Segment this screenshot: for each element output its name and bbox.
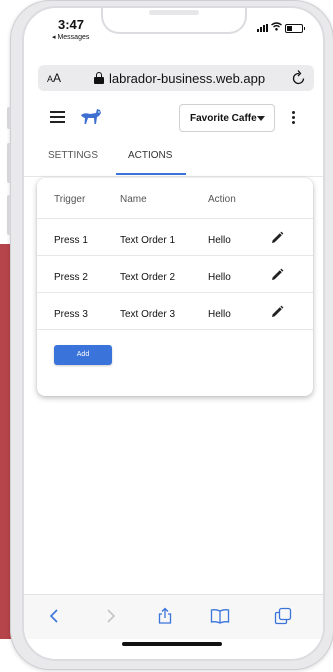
tab-actions[interactable]: ACTIONS xyxy=(128,150,172,161)
tabs-icon[interactable] xyxy=(274,607,292,625)
phone-screen: 3:47 ◂ Messages AA labrador-business.web… xyxy=(22,6,325,661)
more-options-icon[interactable] xyxy=(292,111,296,125)
reader-text-size-button[interactable]: AA xyxy=(47,71,61,85)
add-button[interactable]: Add xyxy=(54,345,112,365)
table-header: Trigger Name Action xyxy=(37,178,313,219)
back-to-app-link[interactable]: ◂ Messages xyxy=(52,33,89,41)
cellular-signal-icon xyxy=(257,24,268,32)
header-action: Action xyxy=(208,194,236,205)
cell-trigger: Press 3 xyxy=(54,309,88,320)
volume-up-button xyxy=(7,143,11,183)
cell-name: Text Order 1 xyxy=(120,235,176,246)
address-bar[interactable]: AA labrador-business.web.app xyxy=(38,65,314,91)
forward-icon[interactable] xyxy=(101,607,119,625)
pencil-icon[interactable] xyxy=(270,305,284,319)
table-row: Press 3 Text Order 3 Hello xyxy=(37,293,313,330)
mute-switch xyxy=(7,107,11,129)
status-icons xyxy=(257,22,305,34)
browser-toolbar xyxy=(24,594,323,639)
wifi-icon xyxy=(271,22,282,34)
business-select[interactable]: Favorite Caffe xyxy=(179,104,275,132)
active-tab-indicator xyxy=(116,173,186,175)
cell-name: Text Order 2 xyxy=(120,272,176,283)
home-indicator[interactable] xyxy=(122,642,222,646)
cell-trigger: Press 2 xyxy=(54,272,88,283)
lock-icon xyxy=(94,72,104,84)
speaker xyxy=(149,10,199,15)
tab-bar: SETTINGS ACTIONS xyxy=(24,140,323,177)
chevron-down-icon xyxy=(257,116,265,121)
url-text: labrador-business.web.app xyxy=(109,71,266,86)
tab-settings[interactable]: SETTINGS xyxy=(48,150,98,161)
notch xyxy=(101,8,247,34)
table-row: Press 1 Text Order 1 Hello xyxy=(37,219,313,256)
status-time: 3:47 xyxy=(58,17,85,32)
dog-logo-icon xyxy=(79,104,103,128)
back-icon[interactable] xyxy=(46,607,64,625)
table-row: Press 2 Text Order 2 Hello xyxy=(37,256,313,293)
business-select-value: Favorite Caffe xyxy=(190,113,257,124)
cell-action: Hello xyxy=(208,309,231,320)
cell-action: Hello xyxy=(208,272,231,283)
bookmarks-icon[interactable] xyxy=(210,607,230,625)
app-header: Favorite Caffe xyxy=(24,96,323,140)
header-trigger: Trigger xyxy=(54,194,86,205)
actions-card: Trigger Name Action Press 1 Text Order 1… xyxy=(37,178,313,396)
volume-down-button xyxy=(7,195,11,235)
share-icon[interactable] xyxy=(156,607,174,625)
reload-icon[interactable] xyxy=(292,69,306,90)
menu-icon[interactable] xyxy=(50,111,65,123)
pencil-icon[interactable] xyxy=(270,268,284,282)
header-name: Name xyxy=(120,194,147,205)
cell-trigger: Press 1 xyxy=(54,235,88,246)
cell-action: Hello xyxy=(208,235,231,246)
pencil-icon[interactable] xyxy=(270,231,284,245)
battery-icon xyxy=(285,23,305,33)
cell-name: Text Order 3 xyxy=(120,309,176,320)
